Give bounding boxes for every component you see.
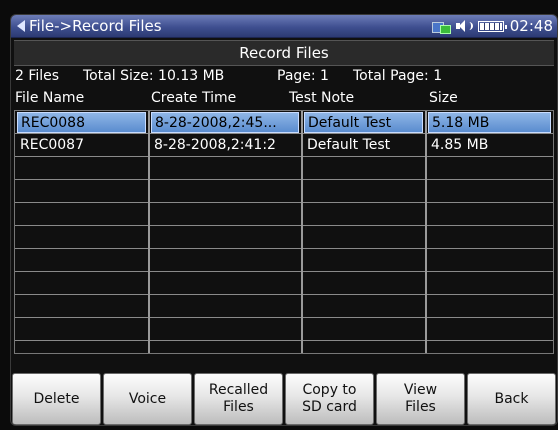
row-divider bbox=[15, 317, 553, 318]
cell-test-note[interactable]: Default Test bbox=[304, 112, 423, 133]
file-table: REC0088 8-28-2008,2:45... Default Test 5… bbox=[14, 110, 554, 354]
column-header-create-time: Create Time bbox=[151, 90, 237, 106]
file-count: 2 Files bbox=[15, 68, 60, 84]
recalled-files-label-line1: Recalled bbox=[208, 382, 269, 398]
cell-size[interactable]: 4.85 MB bbox=[428, 135, 551, 156]
clock: 02:48 bbox=[509, 17, 553, 35]
row-divider bbox=[15, 294, 553, 295]
total-pages: Total Page: 1 bbox=[353, 68, 443, 84]
back-button-label: Back bbox=[494, 390, 529, 407]
copy-to-sd-label-line1: Copy to bbox=[302, 382, 357, 398]
row-divider bbox=[15, 202, 553, 203]
row-divider bbox=[15, 133, 553, 134]
copy-to-sd-label-line2: SD card bbox=[302, 399, 357, 415]
recalled-files-button[interactable]: Recalled Files bbox=[194, 373, 283, 425]
device-bezel: File->Record Files 02:48 Record Files 2 … bbox=[0, 0, 558, 430]
voice-button[interactable]: Voice bbox=[103, 373, 192, 425]
column-header-file-name: File Name bbox=[15, 90, 85, 106]
column-header-test-note: Test Note bbox=[289, 90, 355, 106]
column-header-size: Size bbox=[429, 90, 458, 106]
page-title: Record Files bbox=[14, 40, 554, 66]
row-divider bbox=[15, 248, 553, 249]
view-files-label-line1: View bbox=[403, 382, 438, 398]
total-size: Total Size: 10.13 MB bbox=[83, 68, 225, 84]
row-divider bbox=[15, 225, 553, 226]
row-divider bbox=[15, 179, 553, 180]
delete-button-label: Delete bbox=[33, 390, 80, 407]
back-button[interactable]: Back bbox=[467, 373, 556, 425]
speaker-icon bbox=[455, 19, 473, 33]
copy-to-sd-card-button[interactable]: Copy to SD card bbox=[285, 373, 374, 425]
column-divider bbox=[301, 111, 303, 353]
cell-file-name[interactable]: REC0087 bbox=[17, 135, 146, 156]
voice-button-label: Voice bbox=[128, 390, 167, 407]
softkey-bar: Delete Voice Recalled Files Copy to SD c… bbox=[11, 373, 557, 425]
cell-size[interactable]: 5.18 MB bbox=[428, 112, 551, 133]
status-area: 02:48 bbox=[431, 15, 553, 37]
row-divider bbox=[15, 156, 553, 157]
usb-icon bbox=[431, 20, 451, 34]
recalled-files-label-line2: Files bbox=[223, 399, 254, 415]
battery-icon bbox=[477, 20, 507, 32]
window-title: File->Record Files bbox=[29, 17, 162, 35]
page-number: Page: 1 bbox=[277, 68, 329, 84]
row-divider bbox=[15, 340, 553, 341]
screen: File->Record Files 02:48 Record Files 2 … bbox=[10, 14, 558, 426]
cell-create-time[interactable]: 8-28-2008,2:45... bbox=[151, 112, 299, 133]
view-files-label-line2: Files bbox=[405, 399, 436, 415]
row-divider bbox=[15, 271, 553, 272]
column-divider bbox=[148, 111, 150, 353]
file-summary: 2 Files Total Size: 10.13 MB Page: 1 Tot… bbox=[15, 67, 555, 85]
cell-test-note[interactable]: Default Test bbox=[304, 135, 423, 156]
view-files-button[interactable]: View Files bbox=[376, 373, 465, 425]
back-arrow-icon[interactable] bbox=[17, 20, 25, 32]
column-divider bbox=[425, 111, 427, 353]
title-bar: File->Record Files 02:48 bbox=[11, 15, 557, 38]
cell-create-time[interactable]: 8-28-2008,2:41:2 bbox=[151, 135, 299, 156]
delete-button[interactable]: Delete bbox=[12, 373, 101, 425]
cell-file-name[interactable]: REC0088 bbox=[17, 112, 146, 133]
